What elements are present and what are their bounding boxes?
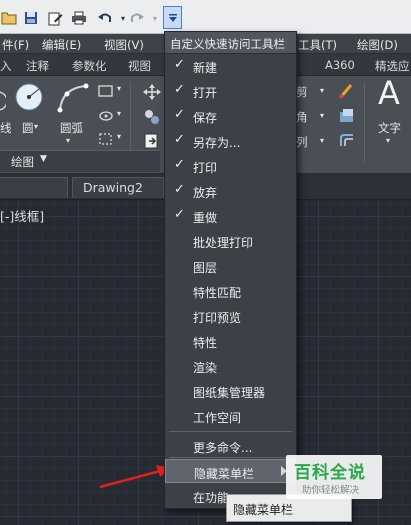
- tab-featured-apps[interactable]: 精选应: [375, 58, 410, 74]
- text-label: 文字: [378, 121, 401, 135]
- chevron-down-icon: [168, 13, 177, 22]
- save-icon[interactable]: [22, 9, 40, 27]
- tab-insert[interactable]: 入: [0, 58, 12, 74]
- arc-label: 圆弧: [60, 121, 83, 135]
- undo-icon[interactable]: [96, 9, 114, 27]
- circle-icon[interactable]: [14, 82, 44, 112]
- line-label: 线: [0, 121, 12, 135]
- menu-title: 自定义快速访问工具栏: [165, 32, 296, 54]
- move-icon[interactable]: [143, 84, 161, 100]
- customize-quick-access-menu: 自定义快速访问工具栏 ✓ 新建 ✓ 打开 ✓ 保存 ✓ 另存为... ✓ 打印 ✓ 放弃 ✓…: [164, 31, 297, 509]
- boundary-dropdown-icon[interactable]: ▾: [117, 132, 121, 141]
- check-icon: ✓: [174, 207, 185, 222]
- viewport-controls-label[interactable]: [-]线框]: [0, 206, 44, 225]
- fillet-label[interactable]: 角: [296, 109, 308, 125]
- check-icon: ✓: [174, 82, 185, 97]
- check-icon: ✓: [174, 57, 185, 72]
- rectangle-icon[interactable]: [98, 84, 114, 98]
- offset-icon[interactable]: [338, 132, 356, 150]
- menu-file[interactable]: 件(F): [2, 37, 29, 53]
- menu-item-more-commands[interactable]: 更多命令...: [165, 434, 296, 458]
- menu-item-render[interactable]: 渲染: [165, 354, 296, 378]
- menu-separator: [169, 457, 292, 458]
- panel-divider: [364, 82, 365, 162]
- watermark-title: 百科全说: [294, 463, 366, 483]
- save-as-icon[interactable]: [46, 9, 64, 27]
- line-icon[interactable]: [0, 86, 6, 116]
- menu-draw[interactable]: 绘图(D): [357, 37, 398, 53]
- menu-item-batch-plot[interactable]: 批处理打印: [165, 229, 296, 253]
- menu-item-save[interactable]: ✓ 保存: [165, 104, 296, 128]
- watermark-subtitle: 助你轻松解决: [302, 485, 360, 496]
- menu-item-redo[interactable]: ✓ 重做: [165, 204, 296, 228]
- red-arrow-annotation: [99, 465, 170, 489]
- menu-item-properties[interactable]: 特性: [165, 329, 296, 353]
- quick-access-toolbar: ▾ ▾: [0, 0, 411, 34]
- menu-item-save-as[interactable]: ✓ 另存为...: [165, 129, 296, 153]
- menu-item-workspace[interactable]: 工作空间: [165, 404, 296, 428]
- boundary-icon[interactable]: [98, 132, 114, 146]
- tab-view[interactable]: 视图: [128, 58, 151, 74]
- watermark-logo: 百科全说 助你轻松解决: [286, 455, 382, 499]
- fillet-dropdown-icon[interactable]: ▾: [320, 111, 324, 120]
- hatch-icon[interactable]: [98, 109, 114, 123]
- menu-item-hide-menubar[interactable]: 隐藏菜单栏: [165, 459, 296, 483]
- tab-annotate[interactable]: 注释: [26, 58, 49, 74]
- rectangle-dropdown-icon[interactable]: ▾: [117, 84, 121, 93]
- menu-item-layer[interactable]: 图层: [165, 254, 296, 278]
- erase-icon[interactable]: [338, 82, 356, 100]
- check-icon: ✓: [174, 107, 185, 122]
- circle-dropdown-icon[interactable]: ▾: [34, 122, 38, 131]
- menu-item-new[interactable]: ✓ 新建: [165, 54, 296, 78]
- menu-item-print[interactable]: ✓ 打印: [165, 154, 296, 178]
- menu-item-sheet-set-manager[interactable]: 图纸集管理器: [165, 379, 296, 403]
- check-icon: ✓: [174, 157, 185, 172]
- redo-dropdown-icon[interactable]: ▾: [146, 9, 164, 27]
- submenu-label: 隐藏菜单栏: [233, 503, 294, 517]
- arc-dropdown-icon[interactable]: ▾: [66, 136, 70, 145]
- drawing-tab[interactable]: Drawing2: [72, 177, 164, 198]
- check-icon: ✓: [174, 132, 185, 147]
- drawing-tab-label: Drawing2: [83, 180, 143, 195]
- open-icon[interactable]: [0, 9, 18, 27]
- trim-dropdown-icon[interactable]: ▾: [320, 86, 324, 95]
- menu-view[interactable]: 视图(V): [104, 37, 144, 53]
- explode-icon[interactable]: [338, 107, 356, 125]
- start-tab[interactable]: [0, 177, 68, 198]
- circle-label: 圆: [22, 121, 34, 135]
- array-label[interactable]: 列: [296, 134, 308, 150]
- customize-quick-access-button[interactable]: [163, 6, 182, 29]
- arc-icon[interactable]: [56, 82, 90, 114]
- menu-edit[interactable]: 编辑(E): [42, 37, 81, 53]
- text-icon[interactable]: A: [378, 74, 400, 112]
- text-dropdown-icon[interactable]: ▾: [386, 136, 390, 145]
- tab-a360[interactable]: A360: [325, 58, 355, 72]
- draw-panel-title-bar[interactable]: 绘图 ▼: [0, 150, 160, 172]
- menu-item-undo[interactable]: ✓ 放弃: [165, 179, 296, 203]
- array-dropdown-icon[interactable]: ▾: [320, 136, 324, 145]
- menu-separator: [169, 431, 292, 432]
- chevron-down-icon[interactable]: ▼: [40, 154, 47, 164]
- hatch-dropdown-icon[interactable]: ▾: [117, 109, 121, 118]
- menu-item-plot-preview[interactable]: 打印预览: [165, 304, 296, 328]
- menu-item-open[interactable]: ✓ 打开: [165, 79, 296, 103]
- menu-tools[interactable]: 工具(T): [298, 37, 337, 53]
- tab-parametric[interactable]: 参数化: [72, 58, 107, 74]
- trim-label[interactable]: 剪: [296, 84, 308, 100]
- draw-panel-title: 绘图: [11, 155, 34, 169]
- check-icon: ✓: [174, 182, 185, 197]
- menu-item-match-properties[interactable]: 特性匹配: [165, 279, 296, 303]
- stretch-icon[interactable]: [143, 132, 161, 150]
- copy-icon[interactable]: [143, 108, 161, 126]
- redo-icon[interactable]: [128, 9, 146, 27]
- print-icon[interactable]: [70, 9, 88, 27]
